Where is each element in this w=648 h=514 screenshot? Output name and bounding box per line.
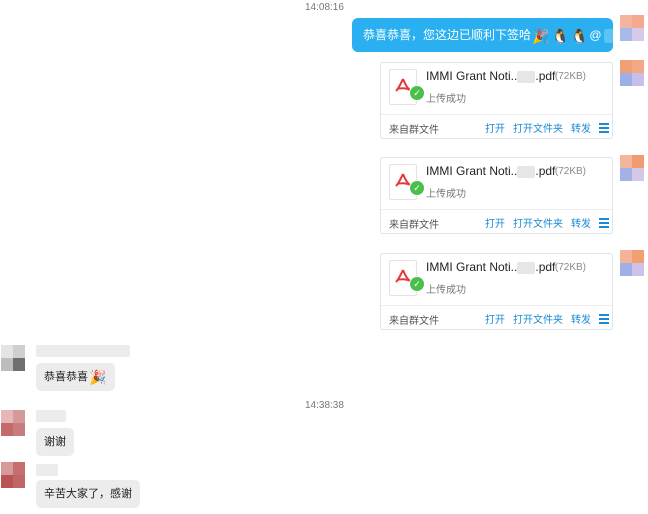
avatar[interactable] (1, 462, 25, 488)
file-size: (72KB) (554, 262, 586, 273)
menu-icon[interactable] (599, 312, 609, 326)
file-actions: 打开 打开文件夹 转发 (485, 120, 609, 135)
file-card[interactable]: ✓ IMMI Grant Noti.. .pdf (72KB) 上传成功 来自群文… (380, 157, 613, 234)
avatar[interactable] (620, 250, 644, 276)
menu-icon[interactable] (599, 121, 609, 135)
open-button[interactable]: 打开 (485, 120, 505, 135)
file-source: 来自群文件 (389, 316, 439, 327)
sender-name-blurred (36, 345, 130, 357)
party-emoji-icon: 🎉 (532, 27, 550, 44)
message-text: 谢谢 (44, 436, 66, 448)
timestamp: 14:08:16 (305, 2, 344, 13)
avatar[interactable] (620, 60, 644, 86)
file-size: (72KB) (554, 71, 586, 82)
sender-name-blurred (36, 410, 66, 422)
forward-button[interactable]: 转发 (571, 120, 591, 135)
file-actions: 打开 打开文件夹 转发 (485, 311, 609, 326)
file-size: (72KB) (554, 166, 586, 177)
penguin-emoji-icon: 🐧 (551, 27, 569, 44)
open-folder-button[interactable]: 打开文件夹 (513, 215, 563, 230)
upload-status: 上传成功 (426, 189, 466, 200)
incoming-message-bubble[interactable]: 辛苦大家了，感谢 (36, 480, 140, 508)
message-text: 恭喜恭喜 (44, 371, 88, 383)
file-source: 来自群文件 (389, 220, 439, 231)
chat-panel: 14:08:16 恭喜恭喜，您这边已顺利下签哈🎉 🐧 🐧@ ✓ IMMI Grant… (0, 0, 648, 514)
forward-button[interactable]: 转发 (571, 311, 591, 326)
file-card[interactable]: ✓ IMMI Grant Noti.. .pdf (72KB) 上传成功 来自群文… (380, 62, 613, 139)
file-name: IMMI Grant Noti.. .pdf (426, 260, 556, 274)
divider (381, 209, 612, 210)
menu-icon[interactable] (599, 216, 609, 230)
file-source: 来自群文件 (389, 125, 439, 136)
success-check-icon: ✓ (409, 276, 425, 292)
success-check-icon: ✓ (409, 85, 425, 101)
penguin-emoji-icon: 🐧 (570, 27, 589, 44)
mention-name-blurred (603, 28, 613, 43)
open-folder-button[interactable]: 打开文件夹 (513, 311, 563, 326)
file-name: IMMI Grant Noti.. .pdf (426, 164, 556, 178)
incoming-message-bubble[interactable]: 谢谢 (36, 428, 74, 456)
divider (381, 114, 612, 115)
open-button[interactable]: 打开 (485, 215, 505, 230)
sender-name-blurred (36, 464, 58, 476)
avatar[interactable] (620, 15, 644, 41)
message-text: 恭喜恭喜，您这边已顺利下签哈 (363, 28, 532, 42)
forward-button[interactable]: 转发 (571, 215, 591, 230)
mention-prefix: @ (589, 28, 602, 42)
avatar[interactable] (1, 345, 25, 371)
avatar[interactable] (620, 155, 644, 181)
avatar[interactable] (1, 410, 25, 436)
incoming-message-bubble[interactable]: 恭喜恭喜🎉 (36, 363, 116, 392)
party-emoji-icon: 🎉 (89, 369, 107, 386)
open-button[interactable]: 打开 (485, 311, 505, 326)
outgoing-message-bubble[interactable]: 恭喜恭喜，您这边已顺利下签哈🎉 🐧 🐧@ (352, 18, 613, 52)
upload-status: 上传成功 (426, 94, 466, 105)
timestamp: 14:38:38 (305, 400, 344, 411)
file-card[interactable]: ✓ IMMI Grant Noti.. .pdf (72KB) 上传成功 来自群文… (380, 253, 613, 330)
file-name: IMMI Grant Noti.. .pdf (426, 69, 556, 83)
message-text: 辛苦大家了，感谢 (44, 488, 132, 500)
success-check-icon: ✓ (409, 180, 425, 196)
upload-status: 上传成功 (426, 285, 466, 296)
file-actions: 打开 打开文件夹 转发 (485, 215, 609, 230)
divider (381, 305, 612, 306)
open-folder-button[interactable]: 打开文件夹 (513, 120, 563, 135)
